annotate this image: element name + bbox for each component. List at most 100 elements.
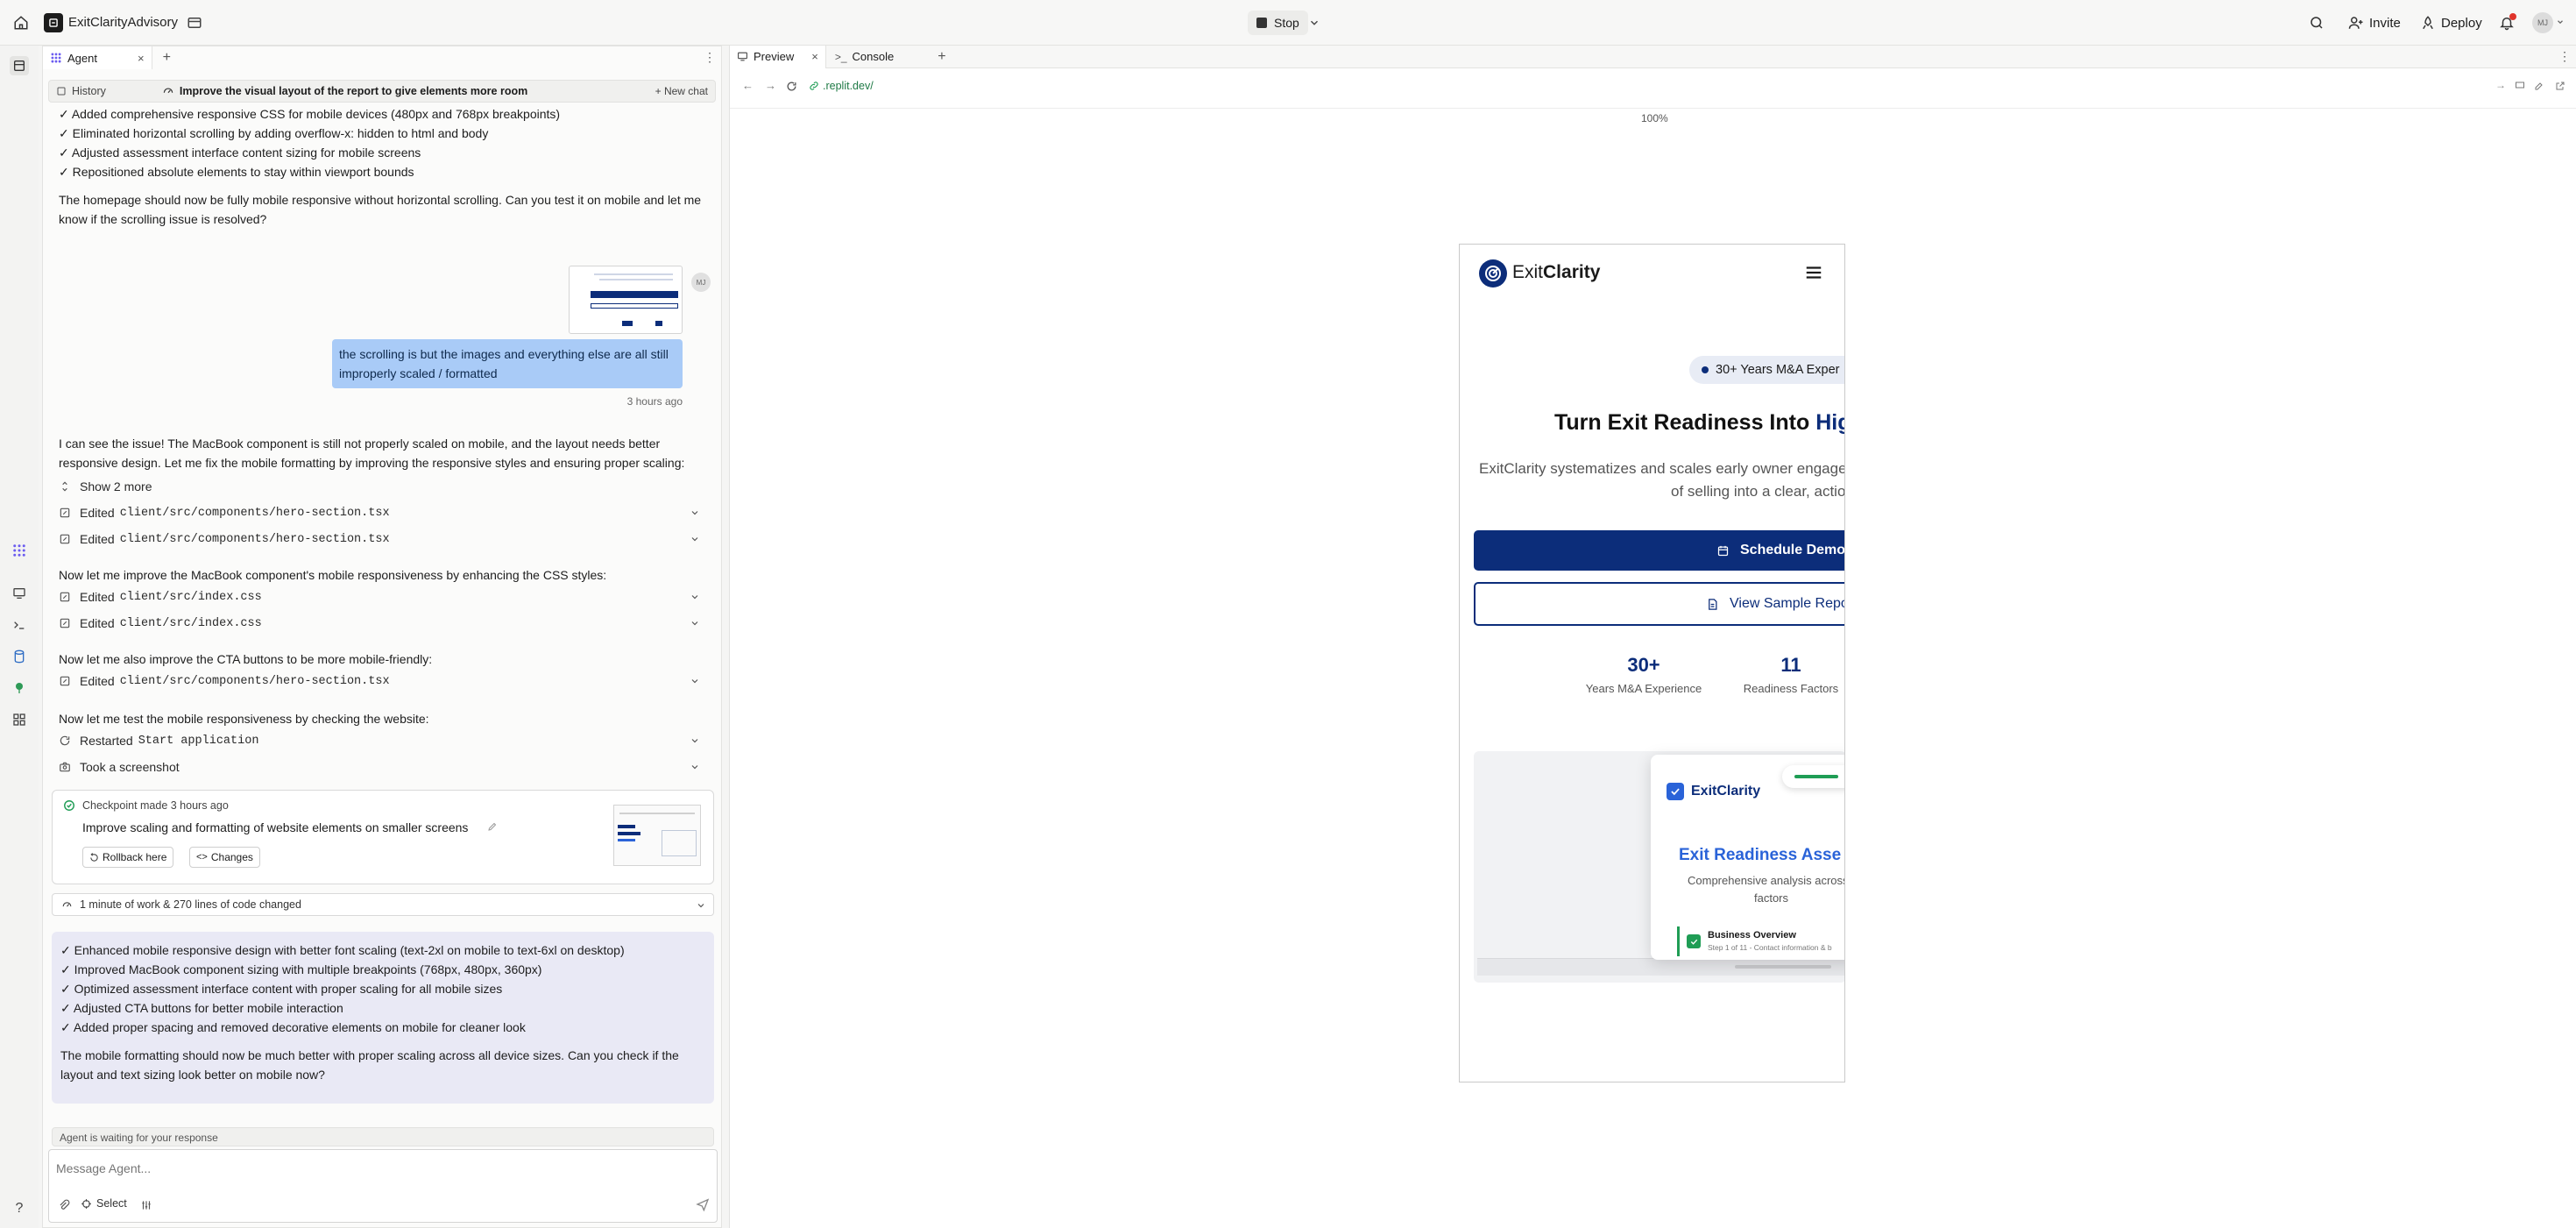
help-icon[interactable]: ?: [10, 1199, 29, 1218]
code-icon: <>: [196, 852, 208, 862]
search-icon[interactable]: [2308, 14, 2325, 32]
stat-years: 30+ Years M&A Experience: [1574, 654, 1714, 695]
add-tab-icon[interactable]: +: [163, 50, 171, 66]
agent-paragraph: The mobile formatting should now be much…: [60, 1048, 679, 1082]
refresh-icon: [59, 735, 71, 747]
edit-action-row[interactable]: Edited client/src/components/hero-sectio…: [59, 506, 705, 520]
check-icon: [1667, 783, 1684, 800]
step-check-icon: [1687, 934, 1701, 948]
apps-grid-icon[interactable]: [10, 710, 29, 729]
refresh-icon[interactable]: [786, 81, 797, 92]
history-button[interactable]: History: [72, 85, 106, 97]
agent-reply-paragraph: I can see the issue! The MacBook compone…: [59, 437, 685, 470]
assessment-step-item[interactable]: Business Overview Step 1 of 11 - Contact…: [1677, 926, 1844, 956]
rollback-button[interactable]: Rollback here: [82, 847, 174, 868]
edit-action-row[interactable]: Edited client/src/components/hero-sectio…: [59, 532, 705, 546]
settings-sliders-icon[interactable]: [140, 1199, 152, 1211]
chevron-down-icon[interactable]: [690, 508, 700, 518]
chevron-down-icon[interactable]: [1307, 16, 1321, 30]
chevron-down-icon[interactable]: [690, 735, 700, 746]
agent-note: Now let me test the mobile responsivenes…: [59, 712, 429, 726]
tools-icon[interactable]: [2534, 81, 2544, 91]
home-icon[interactable]: [12, 14, 30, 32]
avatar-chevron-icon[interactable]: [2556, 18, 2565, 26]
brand-logo[interactable]: ExitClarity: [1512, 262, 1600, 283]
checkpoint-screenshot-thumbnail[interactable]: [613, 805, 701, 866]
monitor-icon[interactable]: [10, 584, 29, 603]
list-item: ✓ Optimized assessment interface content…: [60, 982, 503, 996]
plant-icon[interactable]: [10, 678, 29, 698]
url-field[interactable]: .replit.dev/: [823, 80, 874, 92]
edit-action-row[interactable]: Edited client/src/index.css: [59, 616, 705, 630]
history-icon[interactable]: [56, 86, 67, 96]
document-icon: [1706, 598, 1719, 611]
bell-icon[interactable]: [2497, 13, 2516, 32]
terminal-icon[interactable]: [10, 615, 29, 635]
files-icon[interactable]: [10, 56, 29, 75]
list-item: ✓ Adjusted CTA buttons for better mobile…: [60, 1001, 343, 1015]
show-more-toggle[interactable]: Show 2 more: [59, 479, 705, 493]
new-chat-button[interactable]: + New chat: [655, 85, 708, 97]
user-avatar: MJ: [691, 273, 711, 292]
schedule-demo-button[interactable]: Schedule Demo: [1474, 530, 1844, 571]
restart-action-row[interactable]: Restarted Start application: [59, 734, 705, 748]
back-icon[interactable]: ←: [742, 79, 754, 92]
list-item: ✓ Adjusted assessment interface content …: [59, 146, 421, 160]
database-icon[interactable]: [10, 647, 29, 666]
workspace-name[interactable]: ExitClarityAdvisory: [68, 15, 178, 30]
more-options-icon[interactable]: ⋮: [704, 50, 716, 65]
screenshot-action-row[interactable]: Took a screenshot: [59, 760, 705, 774]
stat-value: 30+: [1627, 654, 1660, 676]
user-attachment-thumbnail[interactable]: [569, 266, 683, 334]
hamburger-menu-icon[interactable]: [1803, 262, 1824, 283]
forward-icon[interactable]: →: [765, 79, 776, 92]
chevron-down-icon[interactable]: [690, 534, 700, 544]
send-icon[interactable]: [696, 1197, 710, 1211]
list-item: ✓ Repositioned absolute elements to stay…: [59, 165, 414, 179]
laptop-hinge: [1735, 965, 1831, 969]
agent-paragraph: The homepage should now be fully mobile …: [59, 193, 702, 226]
list-item: ✓ Improved MacBook component sizing with…: [60, 962, 542, 976]
edit-file-icon: [59, 507, 71, 519]
thread-header: History Improve the visual layout of the…: [48, 80, 716, 103]
agent-panel: Agent × + ⋮ History Improve the visual l…: [42, 46, 722, 1228]
invite-button[interactable]: Invite: [2341, 11, 2408, 35]
work-summary-toggle[interactable]: 1 minute of work & 270 lines of code cha…: [52, 893, 714, 916]
tab-preview[interactable]: Preview ×: [730, 45, 826, 68]
stat-value: 11: [1780, 654, 1801, 676]
chevron-down-icon[interactable]: [690, 676, 700, 686]
stat-label: Readiness Factors: [1743, 682, 1839, 695]
devices-icon[interactable]: [2515, 81, 2525, 91]
avatar[interactable]: MJ: [2532, 12, 2553, 33]
message-input[interactable]: [56, 1157, 704, 1180]
chevron-down-icon[interactable]: [690, 618, 700, 628]
close-tab-icon[interactable]: ×: [138, 52, 145, 65]
rollback-icon: [89, 852, 99, 862]
agent-icon[interactable]: [10, 541, 29, 560]
list-item: ✓ Enhanced mobile responsive design with…: [60, 943, 625, 957]
add-tab-icon[interactable]: +: [938, 49, 945, 65]
edit-file-icon: [59, 533, 71, 545]
tab-console[interactable]: >_ Console: [826, 46, 902, 68]
chevron-down-icon[interactable]: [690, 592, 700, 602]
close-tab-icon[interactable]: ×: [811, 50, 818, 63]
deploy-button[interactable]: Deploy: [2413, 11, 2489, 35]
edit-action-row[interactable]: Edited client/src/components/hero-sectio…: [59, 674, 705, 688]
select-element-button[interactable]: Select: [81, 1197, 127, 1210]
pencil-icon[interactable]: [487, 821, 498, 832]
workspace-menu-icon[interactable]: [186, 14, 203, 32]
tab-agent[interactable]: Agent ×: [43, 46, 152, 69]
view-sample-report-button[interactable]: View Sample Repor: [1474, 582, 1844, 626]
open-arrow-icon[interactable]: →: [2495, 79, 2506, 91]
changes-button[interactable]: <> Changes: [189, 847, 260, 868]
chevron-down-icon[interactable]: [690, 762, 700, 772]
hero-subtext-line: ExitClarity systematizes and scales earl…: [1479, 460, 1845, 477]
card-description: Comprehensive analysis across: [1688, 874, 1845, 887]
brand-logo-icon[interactable]: [1479, 259, 1507, 287]
stop-button[interactable]: Stop: [1248, 11, 1308, 35]
more-options-icon[interactable]: ⋮: [2558, 49, 2571, 64]
external-link-icon[interactable]: [2555, 81, 2565, 91]
hero-headline: Turn Exit Readiness Into High-: [1554, 410, 1844, 435]
attach-icon[interactable]: [58, 1199, 70, 1211]
edit-action-row[interactable]: Edited client/src/index.css: [59, 590, 705, 604]
